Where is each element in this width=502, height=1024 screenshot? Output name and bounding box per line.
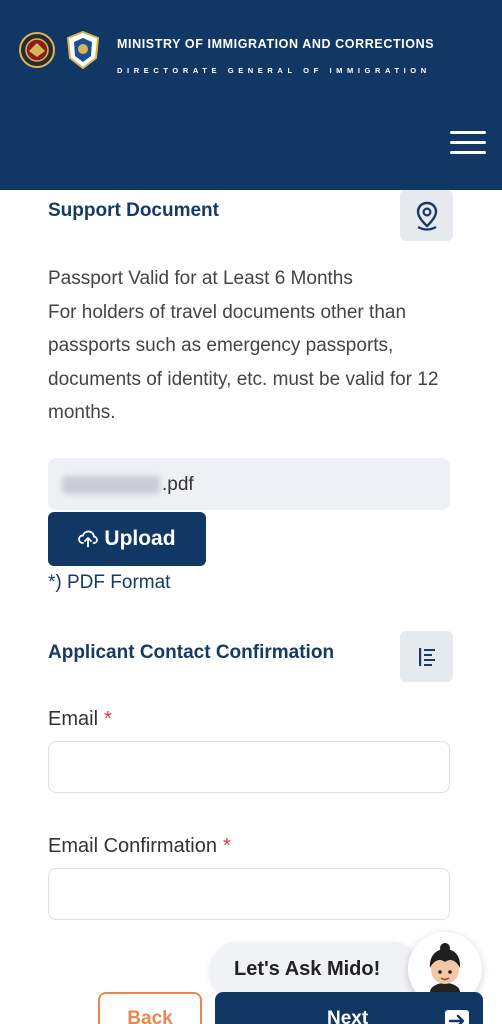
pdf-format-note: *) PDF Format [48,572,171,593]
redacted-file-name [62,476,160,494]
next-button[interactable]: Next [215,992,483,1024]
required-marker: * [104,708,112,730]
site-header: MINISTRY OF IMMIGRATION AND CORRECTIONS … [0,0,502,190]
email-label-text: Email [48,708,99,730]
file-name: .pdf [162,474,194,495]
passport-requirement: Passport Valid for at Least 6 Months For… [48,262,448,430]
back-button[interactable]: Back [98,992,202,1024]
support-document-title: Support Document [48,200,219,221]
email-confirmation-field[interactable] [48,868,450,920]
email-field[interactable] [48,741,450,793]
requirement-body: For holders of travel documents other th… [48,301,439,424]
ask-mido-button[interactable]: Let's Ask Mido! [210,942,420,998]
ask-mido-label: Let's Ask Mido! [234,958,381,980]
garuda-emblem-icon [19,32,55,68]
requirement-heading: Passport Valid for at Least 6 Months [48,268,353,289]
ministry-name: MINISTRY OF IMMIGRATION AND CORRECTIONS [117,37,435,51]
email-confirmation-label-text: Email Confirmation [48,835,217,857]
list-button[interactable] [400,631,453,682]
location-button[interactable] [400,190,453,241]
email-confirmation-label: Email Confirmation * [48,835,231,858]
cloud-upload-icon [78,530,99,548]
directorate-name: DIRECTORATE GENERAL OF IMMIGRATION [117,66,431,75]
hamburger-menu-icon[interactable] [450,131,486,155]
logos [18,30,102,70]
upload-label: Upload [104,527,176,550]
required-marker: * [222,835,231,857]
email-label: Email * [48,708,112,731]
arrow-right-icon [445,1010,469,1024]
immigration-emblem-icon [66,30,100,70]
contact-confirmation-title: Applicant Contact Confirmation [48,642,335,663]
list-icon [418,647,435,666]
next-label: Next [327,1008,369,1024]
uploaded-file-field: .pdf [48,458,450,510]
upload-button[interactable]: Upload [48,512,206,566]
map-pin-icon [416,201,437,231]
